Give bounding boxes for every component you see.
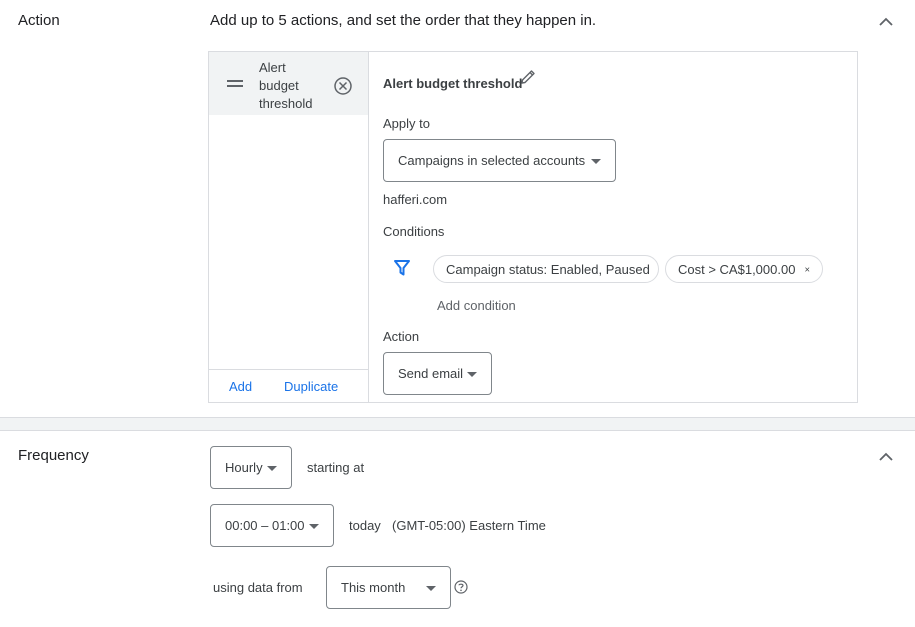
dropdown-caret-icon xyxy=(591,158,601,164)
condition-chip-label: Campaign status: Enabled, Paused xyxy=(446,261,650,277)
list-footer-divider xyxy=(209,369,368,370)
apply-to-label: Apply to xyxy=(383,116,430,131)
frequency-section-title: Frequency xyxy=(18,447,89,464)
date-range-dropdown[interactable]: This month xyxy=(326,566,451,609)
apply-to-value: Campaigns in selected accounts xyxy=(398,153,586,168)
action-name: Alert budget threshold xyxy=(383,76,523,91)
help-icon[interactable] xyxy=(454,580,468,594)
selected-account: hafferi.com xyxy=(383,192,448,207)
collapse-frequency-button[interactable] xyxy=(876,447,896,467)
apply-to-dropdown[interactable]: Campaigns in selected accounts xyxy=(383,139,616,182)
time-dropdown[interactable]: 00:00 – 01:00 xyxy=(210,504,334,547)
dropdown-caret-icon xyxy=(426,585,436,591)
condition-chip-cost[interactable]: Cost > CA$1,000.00 xyxy=(665,255,823,283)
actions-list: Alert budget threshold Add Duplicate xyxy=(209,52,369,402)
add-action-link[interactable]: Add xyxy=(229,379,252,394)
chevron-up-icon xyxy=(879,17,893,26)
timezone-label: (GMT-05:00) Eastern Time xyxy=(392,518,546,533)
date-range-value: This month xyxy=(341,580,406,595)
time-value: 00:00 – 01:00 xyxy=(225,518,305,533)
frequency-value: Hourly xyxy=(225,460,263,475)
dropdown-caret-icon xyxy=(467,371,477,377)
dropdown-caret-icon xyxy=(309,523,319,529)
filter-icon xyxy=(394,260,410,276)
drag-handle-icon[interactable] xyxy=(227,79,243,89)
section-divider xyxy=(0,417,915,431)
action-type-value: Send email xyxy=(398,366,464,381)
action-section-title: Action xyxy=(18,12,60,29)
today-label: today xyxy=(349,518,381,533)
edit-pencil-icon[interactable] xyxy=(519,68,537,86)
close-icon[interactable] xyxy=(805,264,810,275)
using-data-from-label: using data from xyxy=(213,580,303,595)
action-type-dropdown[interactable]: Send email xyxy=(383,352,492,395)
chevron-up-icon xyxy=(879,452,893,461)
collapse-action-button[interactable] xyxy=(876,12,896,32)
condition-chip-campaign-status[interactable]: Campaign status: Enabled, Paused xyxy=(433,255,659,283)
remove-circle-icon[interactable] xyxy=(333,76,353,96)
condition-chip-label: Cost > CA$1,000.00 xyxy=(678,261,796,277)
conditions-label: Conditions xyxy=(383,224,445,239)
frequency-dropdown[interactable]: Hourly xyxy=(210,446,292,489)
add-condition-link[interactable]: Add condition xyxy=(437,298,516,313)
action-type-label: Action xyxy=(383,329,420,344)
action-list-item-alert-budget-threshold[interactable]: Alert budget threshold xyxy=(209,52,368,115)
actions-panel: Alert budget threshold Add Duplicate Ale… xyxy=(208,51,858,403)
dropdown-caret-icon xyxy=(267,465,277,471)
starting-at-label: starting at xyxy=(307,460,365,475)
duplicate-action-link[interactable]: Duplicate xyxy=(284,379,338,394)
action-description: Add up to 5 actions, and set the order t… xyxy=(210,12,597,29)
action-list-item-label: Alert budget threshold xyxy=(259,60,313,111)
